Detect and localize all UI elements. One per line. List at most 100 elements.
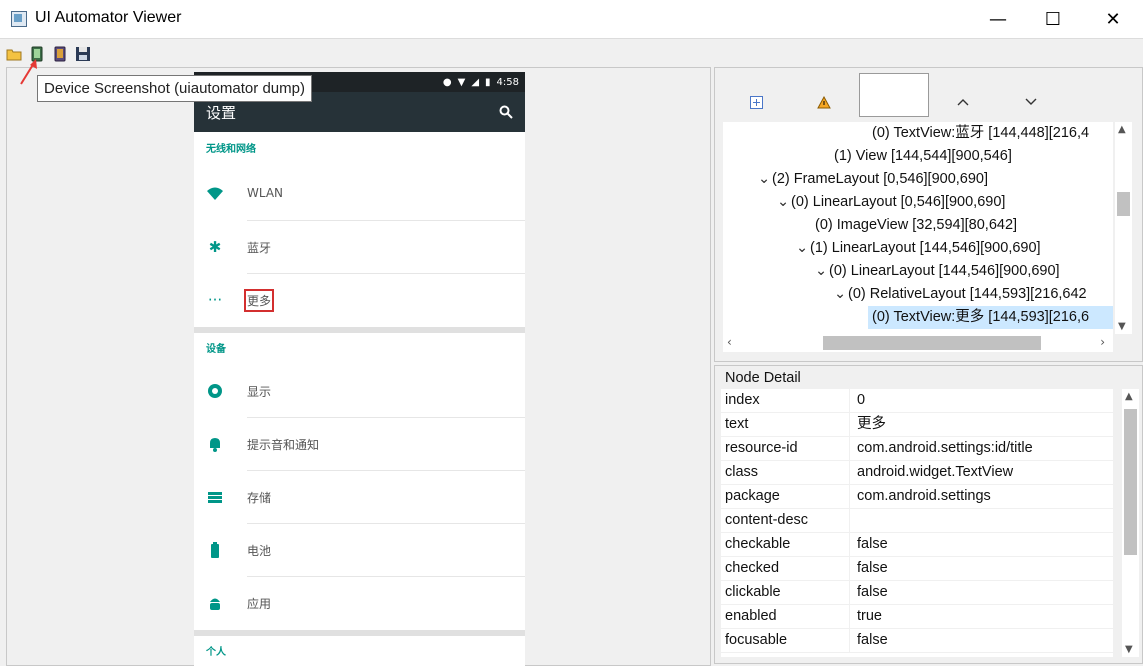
- chevron-down-icon[interactable]: ▼: [1118, 321, 1126, 332]
- settings-item-storage[interactable]: 存储: [194, 471, 525, 524]
- tree-vertical-scrollbar[interactable]: ▲ ▼: [1115, 122, 1132, 334]
- battery-icon: [211, 542, 219, 558]
- scrollbar-thumb[interactable]: [823, 336, 1041, 350]
- table-row[interactable]: content-desc: [721, 509, 1113, 533]
- node-detail-pane: Node Detail index 0 text 更多 resource-id com…: [714, 365, 1143, 664]
- chevron-down-icon[interactable]: ⌄: [815, 260, 829, 283]
- toolbar: [0, 39, 1143, 67]
- location-icon: ●: [442, 76, 452, 88]
- device-screenshot-compressed-icon[interactable]: [52, 46, 68, 62]
- device-screenshot[interactable]: ● ▼ ◢ ▮ 4:58 设置 无线和网络 WLAN ✱ 蓝牙 ··· 更多 设…: [194, 72, 525, 666]
- chevron-left-icon[interactable]: ‹: [727, 335, 732, 349]
- section-header: 设备: [206, 344, 226, 355]
- chevron-right-icon[interactable]: ›: [1100, 335, 1105, 349]
- expand-all-icon: [749, 95, 763, 109]
- hierarchy-tree[interactable]: (0) TextView:蓝牙 [144,448][216,4 (1) View…: [723, 122, 1113, 334]
- property-value: 更多: [857, 416, 886, 432]
- item-label: 蓝牙: [247, 241, 272, 255]
- close-button[interactable]: ✕: [1090, 0, 1136, 38]
- window-title: UI Automator Viewer: [35, 9, 182, 26]
- hierarchy-pane: (0) TextView:蓝牙 [144,448][216,4 (1) View…: [714, 67, 1143, 362]
- minimize-button[interactable]: —: [975, 0, 1021, 38]
- detail-vertical-scrollbar[interactable]: ▲ ▼: [1122, 389, 1139, 657]
- wifi-icon: [207, 187, 223, 200]
- tree-node-label: (1) View [144,544][900,546]: [834, 148, 1012, 164]
- tree-node-label: (0) TextView:更多 [144,593][216,6: [872, 309, 1090, 325]
- chevron-down-icon[interactable]: ⌄: [834, 283, 848, 306]
- settings-item-wlan[interactable]: WLAN: [194, 168, 525, 221]
- chevron-up-icon: [957, 99, 969, 106]
- settings-item-notifications[interactable]: 提示音和通知: [194, 418, 525, 471]
- table-row[interactable]: index 0: [721, 389, 1113, 413]
- more-icon: ···: [207, 291, 223, 309]
- toggle-nafs-button[interactable]: [813, 82, 835, 122]
- tree-node[interactable]: (1) View [144,544][900,546]: [834, 145, 1012, 168]
- chevron-down-icon[interactable]: ⌄: [777, 191, 791, 214]
- property-key: content-desc: [721, 509, 850, 532]
- chevron-down-icon[interactable]: ⌄: [758, 168, 772, 191]
- property-key: clickable: [721, 581, 850, 604]
- bluetooth-icon: ✱: [208, 238, 222, 256]
- table-row[interactable]: text 更多: [721, 413, 1113, 437]
- item-label: 应用: [247, 597, 272, 611]
- tree-node-label: (2) FrameLayout [0,546][900,690]: [772, 171, 989, 187]
- chevron-down-icon[interactable]: ⌄: [796, 237, 810, 260]
- table-row[interactable]: clickable false: [721, 581, 1113, 605]
- property-key: text: [721, 413, 850, 436]
- settings-item-apps[interactable]: 应用: [194, 577, 525, 630]
- property-key: checkable: [721, 533, 850, 556]
- chevron-up-icon[interactable]: ▲: [1118, 124, 1126, 135]
- save-icon[interactable]: [75, 46, 91, 62]
- section-header: 个人: [206, 647, 226, 658]
- tree-node-label: (1) LinearLayout [144,546][900,690]: [810, 240, 1041, 256]
- tree-node[interactable]: ⌄ (2) FrameLayout [0,546][900,690]: [758, 168, 988, 191]
- node-detail-title: Node Detail: [725, 370, 801, 386]
- settings-item-more[interactable]: ··· 更多: [194, 274, 525, 327]
- search-icon[interactable]: [499, 105, 513, 119]
- warning-icon: [817, 95, 831, 108]
- search-field[interactable]: [859, 73, 929, 117]
- scrollbar-thumb[interactable]: [1124, 409, 1137, 555]
- expand-all-button[interactable]: [745, 82, 767, 122]
- settings-item-battery[interactable]: 电池: [194, 524, 525, 577]
- property-value: android.widget.TextView: [857, 464, 1014, 480]
- table-row[interactable]: package com.android.settings: [721, 485, 1113, 509]
- tooltip: Device Screenshot (uiautomator dump): [37, 75, 312, 102]
- tree-node-label: (0) LinearLayout [0,546][900,690]: [791, 194, 1006, 210]
- settings-item-display[interactable]: 显示: [194, 365, 525, 418]
- settings-item-bluetooth[interactable]: ✱ 蓝牙: [194, 221, 525, 274]
- tree-node[interactable]: ⌄ (0) LinearLayout [144,546][900,690]: [815, 260, 1060, 283]
- property-value: com.android.settings: [857, 488, 991, 504]
- section-header: 无线和网络: [206, 144, 256, 155]
- table-row[interactable]: focusable false: [721, 629, 1113, 653]
- node-detail-table[interactable]: index 0 text 更多 resource-id com.android.set…: [721, 389, 1113, 657]
- maximize-button[interactable]: ☐: [1030, 0, 1076, 38]
- table-row[interactable]: checkable false: [721, 533, 1113, 557]
- title-bar: UI Automator Viewer — ☐ ✕: [0, 0, 1143, 39]
- tree-node-selected[interactable]: (0) TextView:更多 [144,593][216,6: [868, 306, 1113, 329]
- chevron-up-icon[interactable]: ▲: [1125, 391, 1133, 402]
- item-label: 存储: [247, 491, 272, 505]
- tree-node[interactable]: ⌄ (0) LinearLayout [0,546][900,690]: [777, 191, 1005, 214]
- tree-node-label: (0) ImageView [32,594][80,642]: [815, 217, 1018, 233]
- tree-node[interactable]: (0) TextView:蓝牙 [144,448][216,4: [872, 122, 1089, 145]
- item-label: 电池: [247, 544, 272, 558]
- item-label-highlighted: 更多: [243, 289, 275, 312]
- signal-icon: ◢: [471, 76, 480, 88]
- previous-button[interactable]: [953, 82, 973, 122]
- property-key: checked: [721, 557, 850, 580]
- chevron-down-icon[interactable]: ▼: [1125, 644, 1133, 655]
- scrollbar-thumb[interactable]: [1117, 192, 1130, 216]
- table-row[interactable]: class android.widget.TextView: [721, 461, 1113, 485]
- tree-node[interactable]: ⌄ (1) LinearLayout [144,546][900,690]: [796, 237, 1041, 260]
- table-row[interactable]: checked false: [721, 557, 1113, 581]
- battery-status-icon: ▮: [485, 76, 491, 88]
- table-row[interactable]: resource-id com.android.settings:id/title: [721, 437, 1113, 461]
- tree-horizontal-scrollbar[interactable]: ‹ ›: [723, 334, 1113, 352]
- android-icon: [210, 598, 220, 610]
- property-value: false: [857, 536, 888, 552]
- tree-node[interactable]: (0) ImageView [32,594][80,642]: [815, 214, 1017, 237]
- next-button[interactable]: [1021, 82, 1041, 122]
- tree-node[interactable]: ⌄ (0) RelativeLayout [144,593][216,642: [834, 283, 1087, 306]
- table-row[interactable]: enabled true: [721, 605, 1113, 629]
